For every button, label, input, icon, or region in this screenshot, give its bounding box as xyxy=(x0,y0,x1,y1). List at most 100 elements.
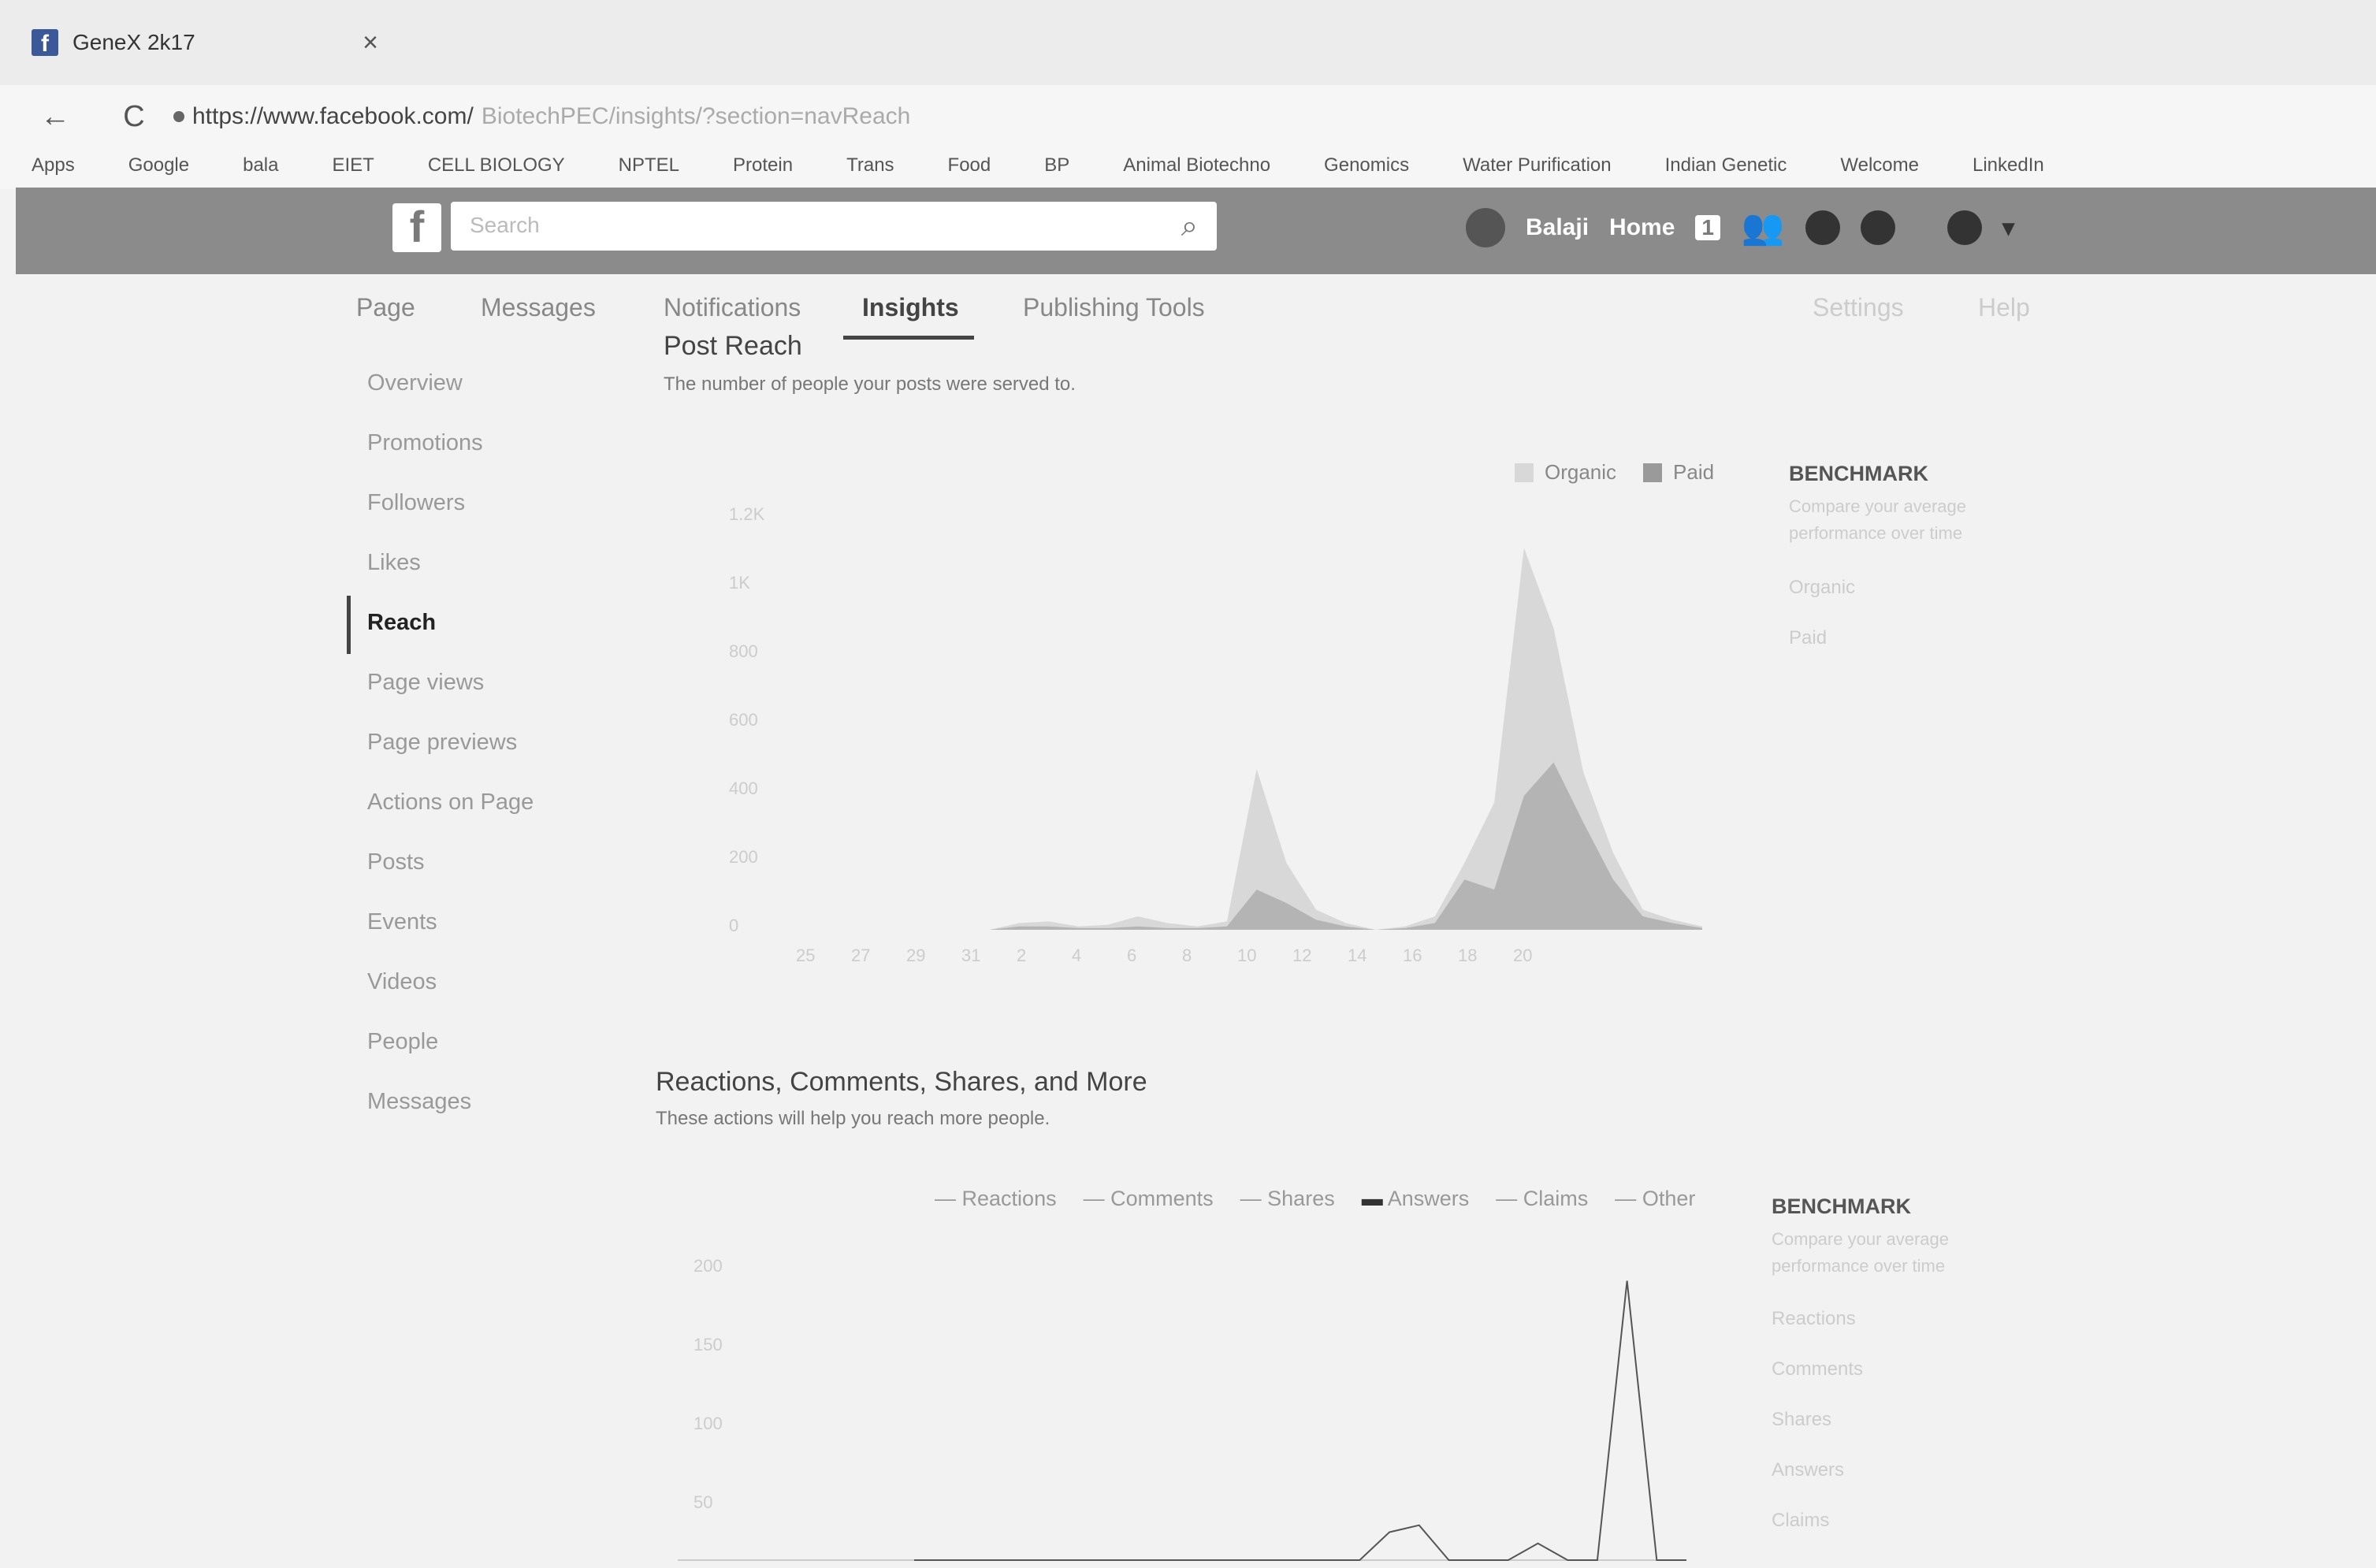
avatar[interactable] xyxy=(1466,208,1505,247)
header-right-group: Balaji Home 1 👥 ▾ xyxy=(1466,208,2014,247)
benchmark-answers[interactable]: Answers xyxy=(1772,1459,1844,1481)
sidebar-item-page-views[interactable]: Page views xyxy=(367,670,484,696)
reactions-benchmark-sub: Compare your average performance over ti… xyxy=(1772,1229,1950,1276)
reload-icon[interactable]: C xyxy=(110,100,158,134)
bookmark-5[interactable]: NPTEL xyxy=(619,154,679,176)
post-reach-chart: 1.2K 1K 800 600 400 200 0 25 27 29 31 2 4 6 8 10 12 14 16 1… xyxy=(729,504,1702,965)
reactions-legend: Reactions Comments Shares Answers Claims Othe… xyxy=(935,1187,1696,1211)
bookmark-4[interactable]: CELL BIOLOGY xyxy=(428,154,565,176)
active-tab-underline xyxy=(843,336,974,340)
home-link[interactable]: Home xyxy=(1609,214,1675,241)
tab-publishing-tools[interactable]: Publishing Tools xyxy=(1023,293,1205,322)
x-tick-label: 16 xyxy=(1403,946,1422,965)
y-tick-label: 200 xyxy=(693,1256,723,1276)
bookmark-9[interactable]: BP xyxy=(1044,154,1069,176)
bookmark-1[interactable]: Google xyxy=(128,154,189,176)
facebook-search-input[interactable]: Search ⌕ xyxy=(451,202,1217,251)
sidebar-item-page-previews[interactable]: Page previews xyxy=(367,730,517,756)
sidebar-item-reach[interactable]: Reach xyxy=(367,610,436,636)
reactions-title: Reactions, Comments, Shares, and More xyxy=(656,1067,1147,1097)
tab-close-icon[interactable]: × xyxy=(363,28,378,58)
benchmark-paid[interactable]: Paid xyxy=(1789,627,1827,649)
notifications-globe-icon[interactable] xyxy=(1860,210,1895,245)
y-tick-label: 200 xyxy=(729,847,758,867)
sidebar-active-indicator xyxy=(347,596,351,654)
tab-notifications[interactable]: Notifications xyxy=(664,293,801,322)
search-placeholder: Search xyxy=(470,213,540,237)
sidebar-item-events[interactable]: Events xyxy=(367,909,437,935)
browser-nav-row: ← C https://www.facebook.com/ BiotechPEC… xyxy=(0,85,2376,148)
y-tick-label: 800 xyxy=(729,641,758,661)
x-tick-label: 29 xyxy=(906,946,925,965)
back-icon[interactable]: ← xyxy=(32,100,79,134)
sidebar-item-videos[interactable]: Videos xyxy=(367,969,437,995)
benchmark-shares[interactable]: Shares xyxy=(1772,1409,1831,1431)
tab-messages[interactable]: Messages xyxy=(481,293,596,322)
search-icon[interactable]: ⌕ xyxy=(1181,210,1198,243)
bookmark-0[interactable]: Apps xyxy=(32,154,75,176)
user-name-link[interactable]: Balaji xyxy=(1526,214,1589,241)
reactions-chart: 200 150 100 50 xyxy=(678,1256,1686,1561)
benchmark-claims[interactable]: Claims xyxy=(1772,1510,1829,1532)
legend-shares[interactable]: Shares xyxy=(1240,1187,1335,1211)
sidebar-item-promotions[interactable]: Promotions xyxy=(367,430,483,456)
y-tick-label: 1K xyxy=(729,573,750,593)
y-tick-label: 150 xyxy=(693,1335,723,1354)
x-tick-label: 14 xyxy=(1348,946,1366,965)
tab-page[interactable]: Page xyxy=(356,293,415,322)
bookmark-8[interactable]: Food xyxy=(948,154,991,176)
bookmark-11[interactable]: Genomics xyxy=(1324,154,1409,176)
bookmark-12[interactable]: Water Purification xyxy=(1463,154,1612,176)
facebook-favicon-icon: f xyxy=(32,29,58,56)
reactions-subtitle: These actions will help you reach more p… xyxy=(656,1108,1050,1129)
tab-title: GeneX 2k17 xyxy=(73,30,195,54)
sidebar-item-people[interactable]: People xyxy=(367,1029,438,1055)
post-reach-subtitle: The number of people your posts were ser… xyxy=(664,373,1076,395)
benchmark-comments[interactable]: Comments xyxy=(1772,1358,1863,1380)
legend-answers[interactable]: Answers xyxy=(1362,1187,1470,1211)
legend-comments[interactable]: Comments xyxy=(1084,1187,1214,1211)
url-host: https://www.facebook.com/ xyxy=(192,103,474,129)
sidebar-item-likes[interactable]: Likes xyxy=(367,550,421,576)
page-tabs: Page Messages Notifications Insights Pub… xyxy=(0,276,2376,344)
sidebar-item-followers[interactable]: Followers xyxy=(367,490,465,516)
y-tick-label: 400 xyxy=(729,778,758,798)
paid-swatch xyxy=(1643,463,1663,482)
x-tick-label: 6 xyxy=(1127,946,1136,965)
bookmark-13[interactable]: Indian Genetic xyxy=(1665,154,1787,176)
help-icon[interactable] xyxy=(1947,210,1982,245)
facebook-logo-icon[interactable]: f xyxy=(392,202,441,252)
x-tick-label: 10 xyxy=(1237,946,1256,965)
home-count-badge: 1 xyxy=(1695,215,1720,240)
sidebar-item-actions-on-page[interactable]: Actions on Page xyxy=(367,790,534,816)
bookmark-10[interactable]: Animal Biotechno xyxy=(1123,154,1270,176)
bookmark-15[interactable]: LinkedIn xyxy=(1973,154,2044,176)
messenger-icon[interactable] xyxy=(1805,210,1840,245)
tab-help[interactable]: Help xyxy=(1978,293,2030,322)
y-tick-label: 1.2K xyxy=(729,504,765,524)
bookmark-14[interactable]: Welcome xyxy=(1840,154,1919,176)
x-tick-label: 25 xyxy=(796,946,815,965)
sidebar-item-messages[interactable]: Messages xyxy=(367,1089,471,1115)
address-bar[interactable]: https://www.facebook.com/ BiotechPEC/ins… xyxy=(173,103,910,130)
bookmark-3[interactable]: EIET xyxy=(332,154,374,176)
bookmark-6[interactable]: Protein xyxy=(733,154,793,176)
friend-requests-icon[interactable]: 👥 xyxy=(1741,210,1785,245)
sidebar-item-overview[interactable]: Overview xyxy=(367,370,463,396)
browser-tab[interactable]: f GeneX 2k17 × xyxy=(32,14,378,71)
bookmark-7[interactable]: Trans xyxy=(846,154,894,176)
y-tick-label: 100 xyxy=(693,1414,723,1433)
legend-claims[interactable]: Claims xyxy=(1496,1187,1589,1211)
bookmark-2[interactable]: bala xyxy=(243,154,278,176)
sidebar-item-posts[interactable]: Posts xyxy=(367,849,425,875)
tab-insights[interactable]: Insights xyxy=(862,293,959,322)
x-tick-label: 20 xyxy=(1513,946,1532,965)
benchmark-reactions[interactable]: Reactions xyxy=(1772,1308,1856,1330)
account-menu-caret-icon[interactable]: ▾ xyxy=(2002,214,2014,242)
post-reach-title: Post Reach xyxy=(664,331,802,361)
legend-reactions[interactable]: Reactions xyxy=(935,1187,1057,1211)
tab-settings[interactable]: Settings xyxy=(1813,293,1904,322)
legend-other[interactable]: Other xyxy=(1615,1187,1696,1211)
lock-icon xyxy=(173,111,184,122)
benchmark-organic[interactable]: Organic xyxy=(1789,577,1855,599)
